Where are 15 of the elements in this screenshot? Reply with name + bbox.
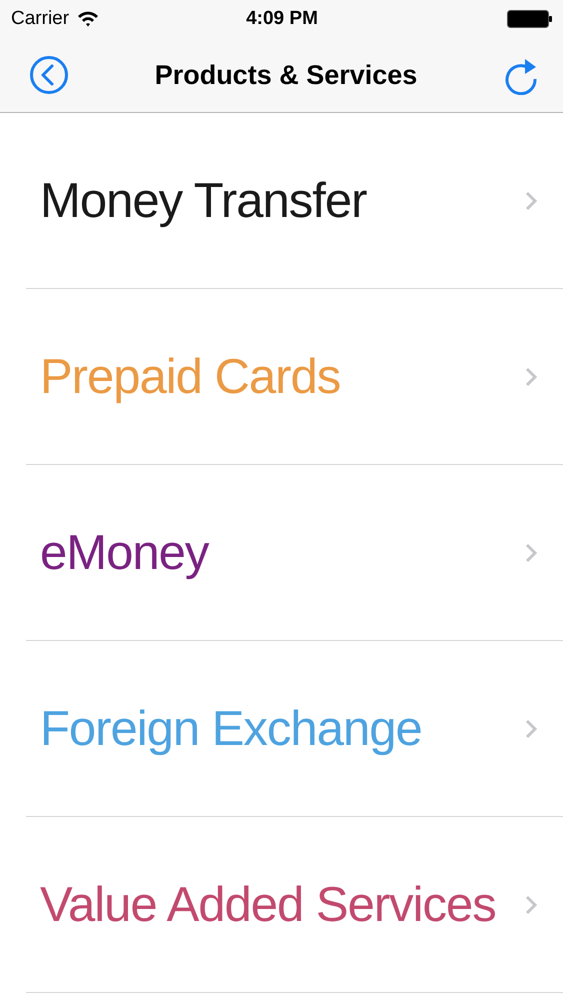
battery-icon (507, 10, 553, 28)
menu-item[interactable]: Money Transfer (26, 113, 563, 289)
status-time: 4:09 PM (246, 8, 318, 30)
menu-item[interactable]: Value Added Services (26, 817, 563, 993)
menu-item[interactable]: eMoney (26, 465, 563, 641)
wifi-icon (77, 11, 100, 27)
nav-title: Products & Services (154, 60, 418, 90)
back-button[interactable] (29, 55, 69, 95)
chevron-icon (525, 190, 537, 210)
chevron-icon (525, 718, 537, 738)
chevron-icon (525, 894, 537, 914)
chevron-icon (525, 542, 537, 562)
chevron-icon (525, 366, 537, 386)
carrier-label: Carrier (11, 8, 70, 30)
menu-item[interactable]: Foreign Exchange (26, 641, 563, 817)
